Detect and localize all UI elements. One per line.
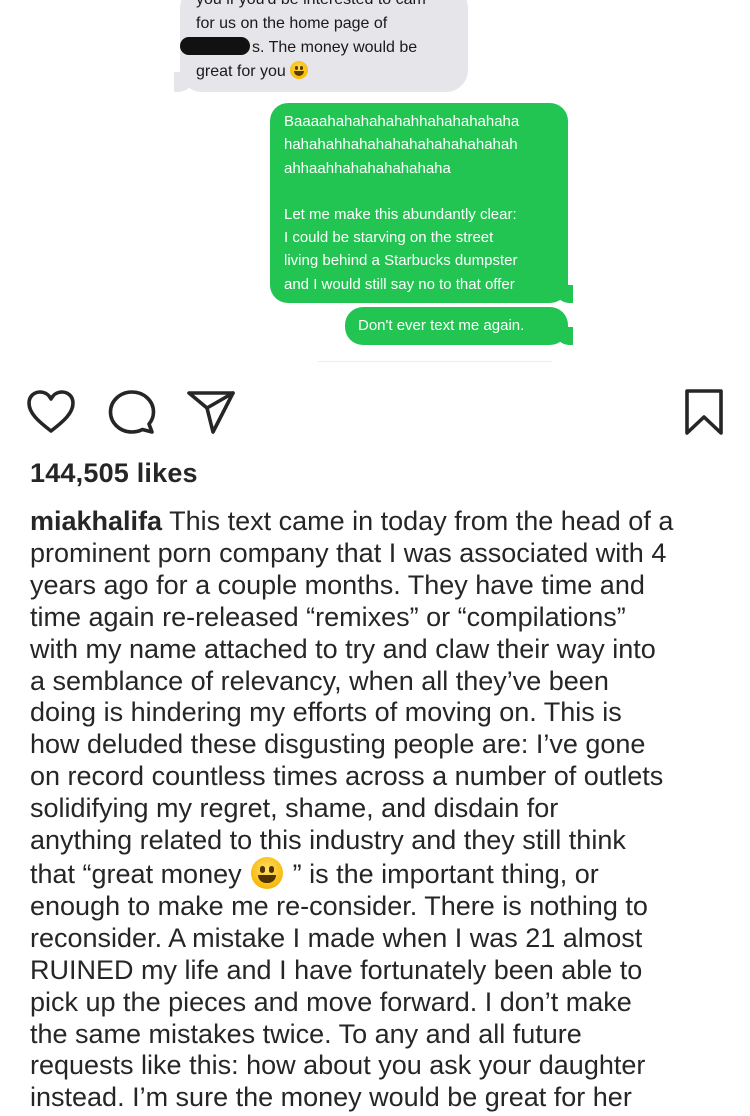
outgoing-message-bubble: Don't ever text me again. — [345, 307, 573, 345]
message-line: I could be starving on the street — [284, 229, 494, 247]
caption-line: how deluded these disgusting people are:… — [30, 729, 646, 760]
bubble-tail — [174, 72, 194, 92]
message-line: Don't ever text me again. — [358, 317, 525, 334]
message-line: and I would still say no to that offer — [284, 275, 515, 293]
caption-line: doing is hindering my efforts of moving … — [30, 697, 622, 728]
grinning-face-emoji — [251, 856, 284, 889]
message-line: hahahahhahahahahahahahahahah — [284, 136, 518, 154]
caption-line: prominent porn company that I was associ… — [30, 537, 667, 568]
caption-line: time again re-released “remixes” or “com… — [30, 601, 626, 632]
likes-count[interactable]: 144,505 likes — [30, 458, 198, 489]
message-line: s. The money would be — [180, 36, 458, 60]
caption-line: instead. I’m sure the money would be gre… — [30, 1082, 632, 1113]
outgoing-message-text: Don't ever text me again. — [358, 314, 581, 337]
paper-plane-icon[interactable] — [186, 389, 236, 435]
comment-bubble-icon[interactable] — [108, 389, 156, 435]
caption-line: that “great money ” is the important thi… — [30, 856, 599, 889]
text-conversation-screenshot: you if you'd be interested to cam for us… — [0, 0, 750, 370]
message-line: Let me make this abundantly clear: — [284, 205, 517, 223]
caption-line: anything related to this industry and th… — [30, 825, 626, 856]
caption-line: miakhalifa This text came in today from … — [30, 506, 674, 536]
caption-line: reconsider. A mistake I made when I was … — [30, 922, 643, 953]
incoming-message-bubble: you if you'd be interested to cam for us… — [174, 0, 468, 92]
message-line: ahhaahhahahahahahaha — [284, 159, 451, 177]
caption-line: solidifying my regret, shame, and disdai… — [30, 793, 559, 824]
message-line: living behind a Starbucks dumpster — [284, 252, 518, 270]
caption-line: years ago for a couple months. They have… — [30, 569, 645, 600]
divider — [318, 361, 552, 362]
message-line: you if you'd be interested to cam — [196, 0, 458, 12]
heart-outline-icon[interactable] — [26, 389, 76, 435]
post-caption: miakhalifa This text came in today from … — [30, 506, 742, 1114]
caption-line: with my name attached to try and claw th… — [30, 633, 656, 664]
bookmark-icon[interactable] — [684, 388, 724, 436]
message-line: Baaaahahahahahahhahahahahaha — [284, 113, 520, 130]
redaction-mark — [180, 37, 250, 55]
caption-line: on record countless times across a numbe… — [30, 761, 664, 792]
message-line-gap — [284, 180, 582, 203]
grinning-face-emoji — [289, 61, 308, 79]
incoming-message-text: you if you'd be interested to cam for us… — [180, 0, 458, 84]
caption-line: a semblance of relevancy, when all they’… — [30, 665, 609, 696]
caption-line: pick up the pieces and move forward. I d… — [30, 986, 632, 1017]
username-link[interactable]: miakhalifa — [30, 506, 162, 536]
caption-line: RUINED my life and I have fortunately be… — [30, 954, 643, 985]
outgoing-message-bubble: Baaaahahahahahahhahahahahaha hahahahhaha… — [270, 103, 573, 303]
caption-line: enough to make me re-consider. There is … — [30, 890, 648, 921]
outgoing-message-text: Baaaahahahahahahhahahahahaha hahahahhaha… — [284, 110, 582, 296]
message-line: great for you — [196, 60, 458, 84]
caption-line: requests like this: how about you ask yo… — [30, 1050, 646, 1081]
message-line: for us on the home page of — [196, 15, 388, 32]
caption-line: the same mistakes twice. To any and all … — [30, 1018, 582, 1049]
